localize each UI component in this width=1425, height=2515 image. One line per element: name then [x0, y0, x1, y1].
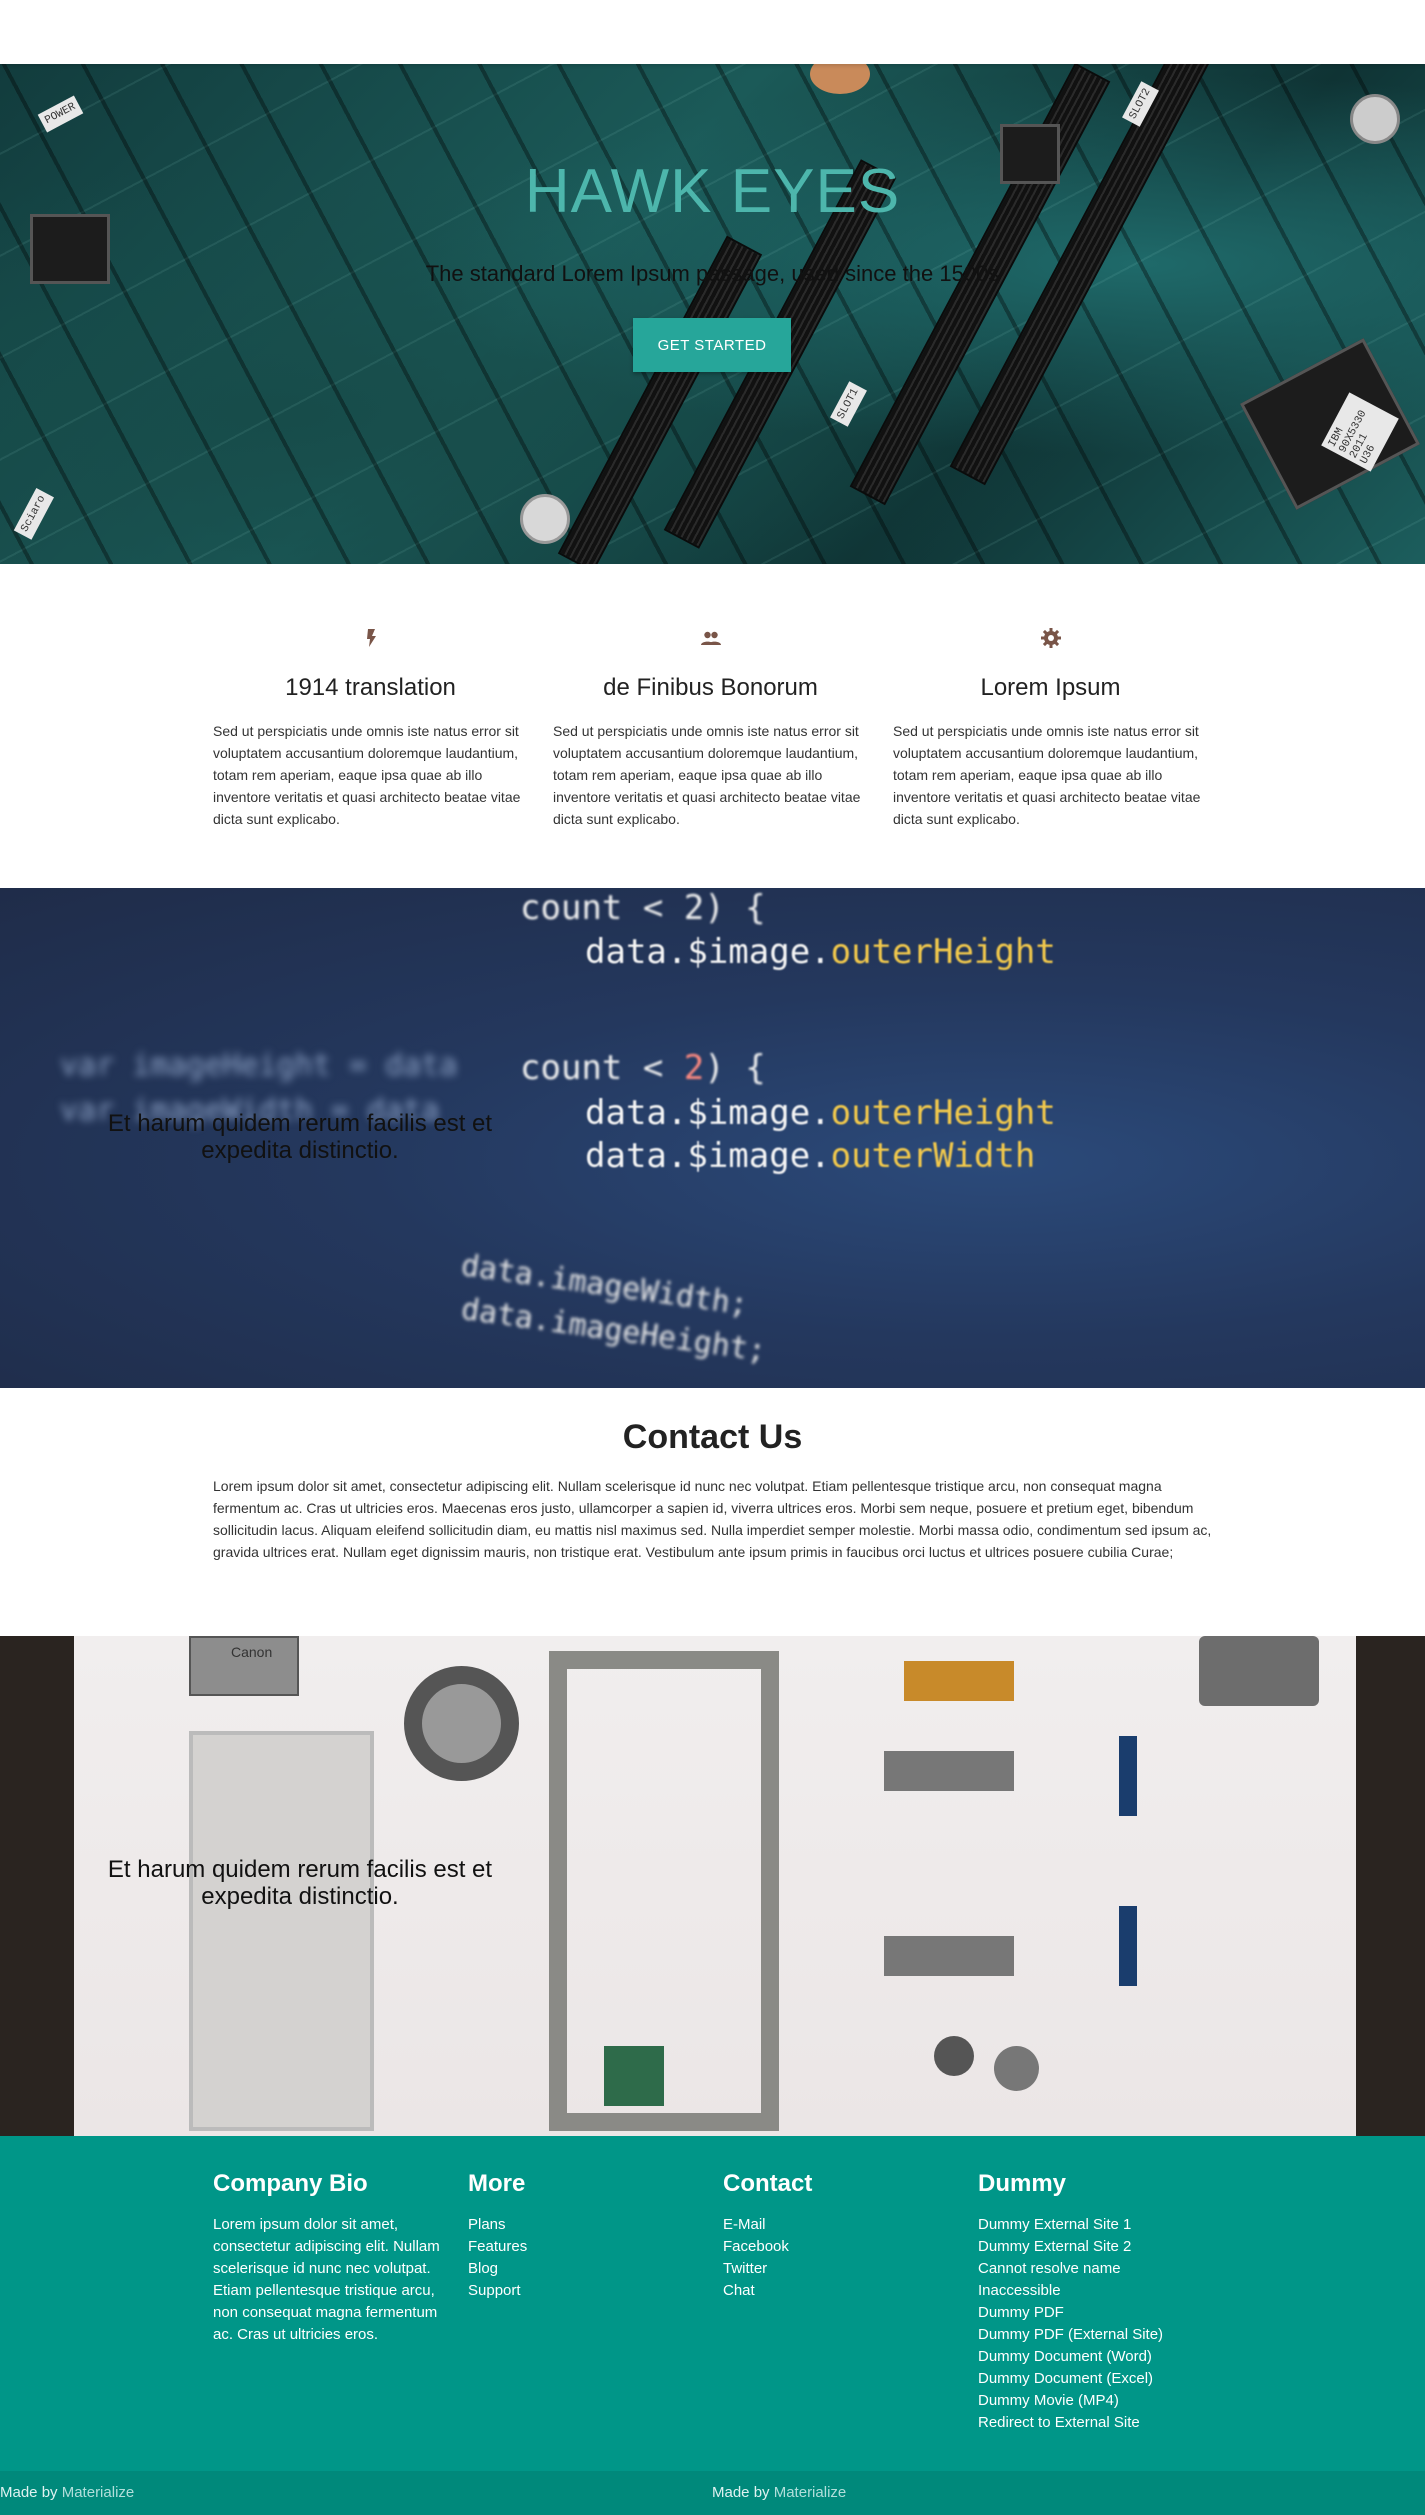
feature-title: 1914 translation	[285, 674, 456, 701]
circuit-flex-decor	[904, 1661, 1014, 1701]
footer-link-support[interactable]: Support	[468, 2280, 527, 2302]
footer-link-dummy[interactable]: Dummy PDF	[978, 2302, 1163, 2324]
footer-link-dummy[interactable]: Dummy External Site 2	[978, 2236, 1163, 2258]
made-by-credit: Made by Materialize	[712, 2484, 846, 2501]
metal-part-decor	[884, 1936, 1014, 1976]
footer-contact: Contact E-Mail Facebook Twitter Chat	[723, 2170, 812, 2302]
footer-heading: Contact	[723, 2170, 813, 2197]
feature-title: Lorem Ipsum	[980, 674, 1121, 701]
camera-body-decor: Canon	[189, 1636, 299, 1696]
camera-top-decor	[1199, 1636, 1319, 1706]
page-footer: Company Bio Lorem ipsum dolor sit amet, …	[0, 2136, 1425, 2515]
battery-decor	[1119, 1736, 1137, 1816]
navbar	[0, 0, 1425, 64]
made-by-credit: Made by Materialize	[0, 2484, 134, 2501]
code-line-decor: data.$image.outerHeight	[585, 1093, 1056, 1133]
feature-card: 1914 translation Sed ut perspiciatis und…	[213, 626, 528, 830]
hero-subtitle: The standard Lorem Ipsum passage, used s…	[425, 261, 1000, 286]
materialize-link[interactable]: Materialize	[62, 2484, 135, 2501]
settings-icon	[1040, 628, 1061, 648]
feature-text: Sed ut perspiciatis unde omnis iste natu…	[553, 723, 861, 827]
footer-link-dummy[interactable]: Dummy Movie (MP4)	[978, 2390, 1163, 2412]
code-line-decor: data.$image.outerHeight	[585, 932, 1056, 972]
camera-back-decor	[189, 1731, 374, 2131]
feature-text: Sed ut perspiciatis unde omnis iste natu…	[213, 723, 521, 827]
flash-icon	[366, 629, 376, 647]
capacitor-decor	[520, 494, 570, 544]
contact-text: Lorem ipsum dolor sit amet, consectetur …	[213, 1478, 1212, 1560]
footer-link-dummy[interactable]: Inaccessible	[978, 2280, 1163, 2302]
footer-link-email[interactable]: E-Mail	[723, 2214, 812, 2236]
parallax-code-section: count < 2) { data.$image.outerHeight cou…	[0, 888, 1425, 1388]
battery-decor	[1119, 1906, 1137, 1986]
footer-link-twitter[interactable]: Twitter	[723, 2258, 812, 2280]
code-line-decor: var imageHeight = data	[60, 1048, 458, 1083]
feature-text: Sed ut perspiciatis unde omnis iste natu…	[893, 723, 1201, 827]
parallax-text: Et harum quidem rerum facilis est et exp…	[107, 1110, 493, 1164]
get-started-button[interactable]: Get Started	[633, 318, 791, 372]
feature-card: de Finibus Bonorum Sed ut perspiciatis u…	[553, 626, 868, 830]
hero-title: HAWK EYES	[524, 157, 901, 226]
footer-link-dummy[interactable]: Dummy External Site 1	[978, 2214, 1163, 2236]
circuit-board-decor	[604, 2046, 664, 2106]
footer-link-plans[interactable]: Plans	[468, 2214, 527, 2236]
footer-copyright-bar: Made by Materialize Made by Materialize	[0, 2471, 1425, 2515]
made-by-text: Made by	[0, 2484, 58, 2501]
feature-title: de Finibus Bonorum	[603, 674, 818, 701]
footer-link-facebook[interactable]: Facebook	[723, 2236, 812, 2258]
group-icon	[700, 631, 721, 645]
metal-frame-decor	[549, 1651, 779, 2131]
gear-decor	[994, 2046, 1039, 2091]
gear-decor	[934, 2036, 974, 2076]
hero-section: POWER SLOT1 SLOT2 IBM 90X5330 2011 U36 S…	[0, 64, 1425, 564]
footer-more: More Plans Features Blog Support	[468, 2170, 527, 2302]
code-line-decor: count < 2) {	[520, 888, 766, 928]
board-label: Sciaro	[13, 488, 54, 540]
copper-pad-decor	[810, 64, 870, 94]
footer-link-dummy[interactable]: Redirect to External Site	[978, 2412, 1163, 2434]
footer-bio: Company Bio Lorem ipsum dolor sit amet, …	[213, 2170, 448, 2346]
footer-heading: More	[468, 2170, 526, 2197]
board-label: POWER	[37, 95, 84, 133]
parallax-text: Et harum quidem rerum facilis est et exp…	[107, 1856, 493, 1910]
footer-link-dummy[interactable]: Dummy Document (Word)	[978, 2346, 1163, 2368]
footer-heading: Dummy	[978, 2170, 1067, 2197]
parallax-camera-section: Canon Et harum quidem rerum facilis est …	[0, 1636, 1425, 2136]
footer-bio-text: Lorem ipsum dolor sit amet, consectetur …	[213, 2216, 440, 2343]
metal-part-decor	[884, 1751, 1014, 1791]
contact-title: Contact Us	[622, 1418, 803, 1456]
footer-link-features[interactable]: Features	[468, 2236, 527, 2258]
footer-link-blog[interactable]: Blog	[468, 2258, 527, 2280]
capacitor-decor	[1350, 94, 1400, 144]
board-label: SLOT1	[830, 381, 867, 427]
footer-dummy: Dummy Dummy External Site 1 Dummy Extern…	[978, 2170, 1163, 2434]
code-line-decor: data.$image.outerWidth	[585, 1136, 1036, 1176]
footer-link-dummy[interactable]: Dummy PDF (External Site)	[978, 2324, 1163, 2346]
footer-link-dummy[interactable]: Cannot resolve name	[978, 2258, 1163, 2280]
footer-link-dummy[interactable]: Dummy Document (Excel)	[978, 2368, 1163, 2390]
made-by-text: Made by	[712, 2484, 770, 2501]
code-line-decor: count < 2) {	[520, 1048, 766, 1088]
materialize-link[interactable]: Materialize	[774, 2484, 847, 2501]
feature-card: Lorem Ipsum Sed ut perspiciatis unde omn…	[893, 626, 1208, 830]
footer-heading: Company Bio	[213, 2170, 368, 2197]
lens-ring-decor	[404, 1666, 519, 1781]
footer-link-chat[interactable]: Chat	[723, 2280, 812, 2302]
